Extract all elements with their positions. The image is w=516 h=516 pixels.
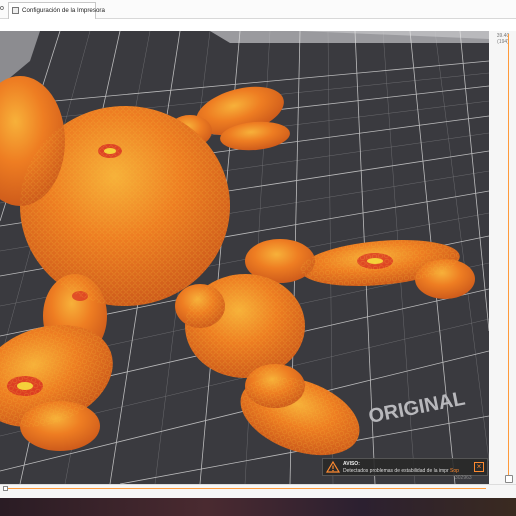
tab-printer-settings-label: Configuración de la Impresora bbox=[22, 7, 105, 14]
tab-bar: o Configuración de la Impresora bbox=[0, 0, 516, 19]
horizontal-slider-value: 302963 bbox=[455, 475, 472, 481]
printer-settings-icon bbox=[12, 7, 19, 14]
warning-icon bbox=[326, 461, 340, 473]
layer-slider-panel bbox=[489, 31, 516, 484]
horizontal-move-slider[interactable] bbox=[6, 488, 486, 489]
3d-viewport[interactable]: ORIGINAL bbox=[0, 31, 489, 484]
horizontal-slider-handle[interactable] bbox=[3, 486, 8, 491]
vertical-layer-slider[interactable] bbox=[508, 34, 509, 480]
warning-message-line: Detectados problemas de estabilidad de l… bbox=[343, 468, 459, 474]
sub-toolbar bbox=[0, 19, 516, 31]
vertical-slider-handle[interactable] bbox=[505, 475, 513, 483]
warning-link[interactable]: Sop bbox=[450, 468, 459, 474]
horizontal-slider-panel bbox=[0, 484, 516, 499]
close-icon[interactable]: × bbox=[474, 462, 484, 472]
layer-number-value: (194) bbox=[497, 39, 509, 45]
warning-message: Detectados problemas de estabilidad de l… bbox=[343, 468, 449, 474]
desktop-strip bbox=[0, 498, 516, 516]
tab-partial[interactable]: o bbox=[0, 0, 6, 18]
scene-canvas[interactable]: ORIGINAL bbox=[0, 31, 489, 484]
tab-printer-settings[interactable]: Configuración de la Impresora bbox=[8, 2, 105, 19]
warning-notification: AVISO: Detectados problemas de estabilid… bbox=[322, 458, 488, 476]
warning-title: AVISO: bbox=[343, 461, 360, 467]
layer-height-readout: 39.40 (194) bbox=[490, 33, 516, 45]
